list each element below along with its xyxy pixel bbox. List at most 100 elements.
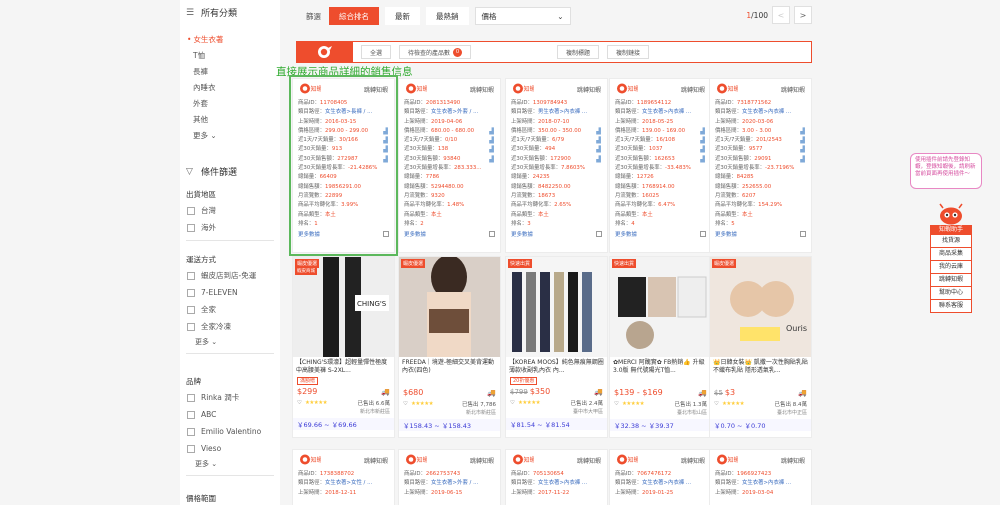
shipping-option-2[interactable]: 全家 — [180, 301, 280, 318]
category-more-button[interactable]: 更多 ⌄ — [180, 128, 280, 144]
categories-header[interactable]: ☰ 所有分類 — [180, 6, 237, 20]
jump-zhixia-link[interactable]: 跳轉知蝦 — [364, 85, 388, 94]
jump-zhixia-link[interactable]: 跳轉知蝦 — [577, 456, 601, 465]
product-image[interactable]: CHING'S 蝦皮優選 蝦皮商城 — [293, 257, 394, 357]
checkbox[interactable] — [187, 305, 195, 314]
jump-zhixia-link[interactable]: 跳轉知蝦 — [470, 456, 494, 465]
checkbox[interactable] — [187, 410, 195, 419]
chart-icon[interactable]: ▟ — [800, 155, 805, 164]
chart-icon[interactable]: ▟ — [489, 127, 494, 136]
selected-products-button[interactable]: 待檢查的產品數 0 — [399, 45, 472, 59]
heart-icon[interactable]: ♡ — [297, 400, 302, 406]
category-item-0[interactable]: 女生衣著 — [180, 32, 280, 48]
more-data-link[interactable]: 更多數據 — [404, 230, 426, 238]
product-card[interactable]: 快速出貨 【KOREA MOOS】純色無痕無鋼圈薄款收副乳內衣 內... 20折優惠… — [505, 256, 608, 438]
product-title[interactable]: 👑日韓女裝👑 凱撒一次性胸貼乳貼 不織布乳貼 隱形透氣乳... — [710, 357, 811, 376]
ship-from-option-0[interactable]: 台灣 — [180, 202, 280, 219]
chart-icon[interactable]: ▟ — [596, 145, 601, 154]
chart-icon[interactable]: ▟ — [700, 136, 705, 145]
copy-title-button[interactable]: 複制標題 — [557, 45, 600, 59]
chart-icon[interactable]: ▟ — [800, 136, 805, 145]
category-item-5[interactable]: 其他 — [180, 112, 280, 128]
product-image[interactable]: Ouris 蝦皮優選 — [710, 257, 811, 357]
chart-icon[interactable]: ▟ — [489, 136, 494, 145]
product-card[interactable]: 快速出貨 ✿MERCI 阿醜實✿ FB熱銷👍 升級3.0版 無代號陽光T恤... $… — [609, 256, 712, 438]
product-title[interactable]: 【KOREA MOOS】純色無痕無鋼圈薄款收副乳內衣 內... — [506, 357, 607, 376]
sort-top-sales-button[interactable]: 最熱銷 — [426, 7, 469, 25]
next-page-button[interactable]: > — [794, 6, 812, 24]
jump-zhixia-link[interactable]: 跳轉知蝦 — [781, 456, 805, 465]
select-checkbox[interactable] — [700, 231, 706, 238]
prev-page-button[interactable]: < — [772, 6, 790, 24]
more-data-link[interactable]: 更多數據 — [615, 230, 637, 238]
select-checkbox[interactable] — [383, 231, 389, 238]
jump-zhixia-link[interactable]: 跳轉知蝦 — [577, 85, 601, 94]
brand-option-3[interactable]: Vieso — [180, 440, 280, 457]
select-checkbox[interactable] — [596, 231, 602, 238]
heart-icon[interactable]: ♡ — [614, 401, 619, 407]
copy-link-button[interactable]: 複制鏈接 — [607, 45, 650, 59]
chart-icon[interactable]: ▟ — [700, 155, 705, 164]
helper-cloud[interactable]: 我的云庫 — [930, 261, 972, 274]
chart-icon[interactable]: ▟ — [700, 145, 705, 154]
jump-zhixia-link[interactable]: 跳轉知蝦 — [470, 85, 494, 94]
more-data-link[interactable]: 更多數據 — [298, 230, 320, 238]
sort-latest-button[interactable]: 最新 — [385, 7, 420, 25]
jump-zhixia-link[interactable]: 跳轉知蝦 — [781, 85, 805, 94]
brand-option-2[interactable]: Emilio Valentino — [180, 423, 280, 440]
product-card[interactable]: 蝦皮優選 FREEDA｜境遊-極細交叉美背運動內衣(四色) $680 🚚 ♡ ★★★★★ 已… — [398, 256, 501, 438]
checkbox[interactable] — [187, 288, 195, 297]
product-title[interactable]: ✿MERCI 阿醜實✿ FB熱銷👍 升級3.0版 無代號陽光T恤... — [610, 357, 711, 376]
helper-help[interactable]: 幫助中心 — [930, 287, 972, 300]
chart-icon[interactable]: ▟ — [596, 127, 601, 136]
jump-zhixia-link[interactable]: 跳轉知蝦 — [681, 456, 705, 465]
category-item-4[interactable]: 外套 — [180, 96, 280, 112]
helper-contact[interactable]: 聯系客服 — [930, 300, 972, 313]
brand-option-1[interactable]: ABC — [180, 406, 280, 423]
checkbox[interactable] — [187, 271, 195, 280]
select-checkbox[interactable] — [800, 231, 806, 238]
product-card[interactable]: Ouris 蝦皮優選 👑日韓女裝👑 凱撒一次性胸貼乳貼 不織布乳貼 隱形透氣乳...… — [709, 256, 812, 438]
chart-icon[interactable]: ▟ — [489, 145, 494, 154]
select-all-button[interactable]: 全選 — [361, 45, 392, 59]
category-item-1[interactable]: T恤 — [180, 48, 280, 64]
helper-collect[interactable]: 商品采集 — [930, 248, 972, 261]
price-sort-select[interactable]: 價格 ⌄ — [474, 7, 571, 25]
more-data-link[interactable]: 更多數據 — [511, 230, 533, 238]
chart-icon[interactable]: ▟ — [700, 127, 705, 136]
jump-zhixia-link[interactable]: 跳轉知蝦 — [364, 456, 388, 465]
product-image[interactable]: 快速出貨 — [506, 257, 607, 357]
shipping-option-1[interactable]: 7-ELEVEN — [180, 284, 280, 301]
brand-more-button[interactable]: 更多 ⌄ — [180, 457, 280, 471]
shipping-option-3[interactable]: 全家冷凍 — [180, 318, 280, 335]
brand-option-0[interactable]: Rinka 潤卡 — [180, 389, 280, 406]
heart-icon[interactable]: ♡ — [403, 401, 408, 407]
sort-relevance-button[interactable]: 綜合排名 — [329, 7, 379, 25]
jump-zhixia-link[interactable]: 跳轉知蝦 — [681, 85, 705, 94]
checkbox[interactable] — [187, 427, 195, 436]
heart-icon[interactable]: ♡ — [510, 400, 515, 406]
product-title[interactable]: FREEDA｜境遊-極細交叉美背運動內衣(四色) — [399, 357, 500, 376]
chart-icon[interactable]: ▟ — [800, 145, 805, 154]
select-checkbox[interactable] — [489, 231, 495, 238]
category-item-3[interactable]: 內睡衣 — [180, 80, 280, 96]
chart-icon[interactable]: ▟ — [596, 155, 601, 164]
checkbox[interactable] — [187, 444, 195, 453]
chart-icon[interactable]: ▟ — [596, 136, 601, 145]
chart-icon[interactable]: ▟ — [800, 127, 805, 136]
ship-from-option-1[interactable]: 海外 — [180, 219, 280, 236]
more-data-link[interactable]: 更多數據 — [715, 230, 737, 238]
checkbox[interactable] — [187, 322, 195, 331]
chart-icon[interactable]: ▟ — [489, 155, 494, 164]
helper-jump[interactable]: 跳轉知蝦 — [930, 274, 972, 287]
helper-find-source[interactable]: 找貨源 — [930, 235, 972, 248]
product-image[interactable]: 快速出貨 — [610, 257, 711, 357]
checkbox[interactable] — [187, 393, 195, 402]
shipping-option-0[interactable]: 蝦皮店到店-免運 — [180, 267, 280, 284]
heart-icon[interactable]: ♡ — [714, 401, 719, 407]
product-card[interactable]: CHING'S 蝦皮優選 蝦皮商城 【CHING'S環濠】超輕量彈性極度中高腰美褲 S… — [292, 256, 395, 438]
chart-icon[interactable]: ▟ — [383, 155, 388, 164]
checkbox[interactable] — [187, 206, 195, 215]
chart-icon[interactable]: ▟ — [383, 145, 388, 154]
chart-icon[interactable]: ▟ — [383, 127, 388, 136]
